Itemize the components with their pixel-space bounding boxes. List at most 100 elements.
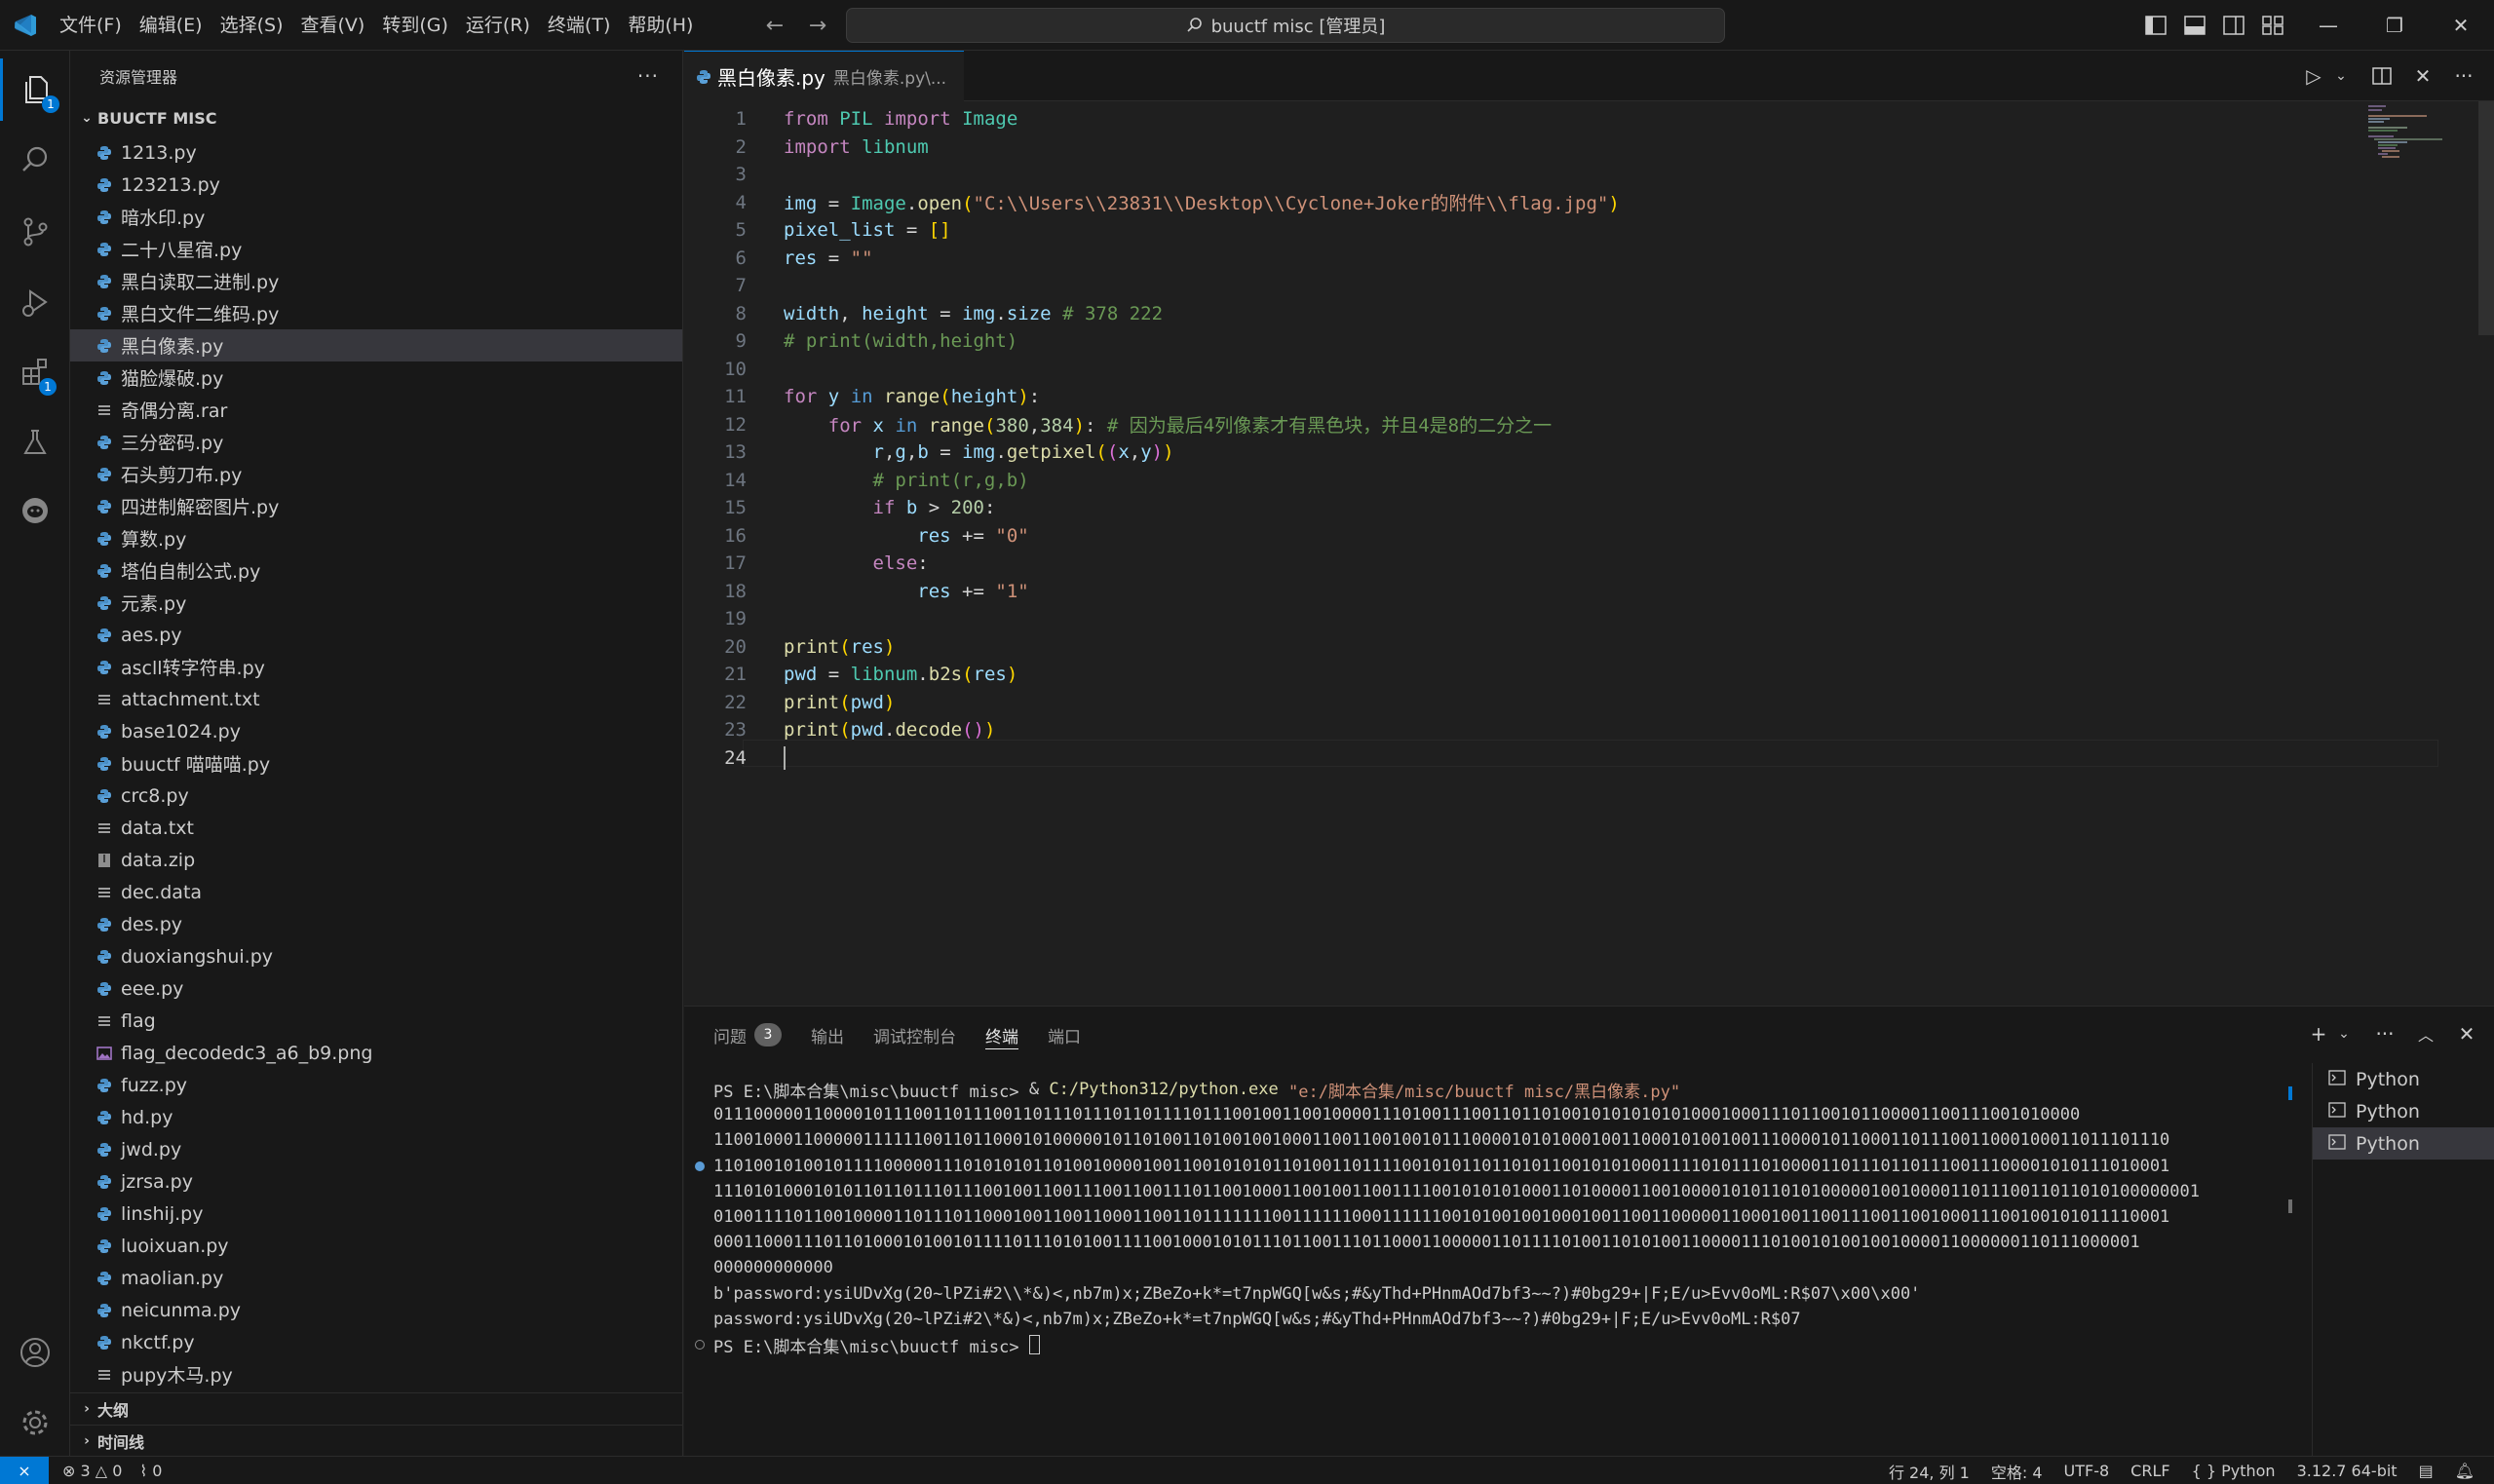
tab-ports[interactable]: 端口 — [1048, 1007, 1081, 1063]
language-mode[interactable]: { } Python — [2192, 1462, 2276, 1480]
encoding[interactable]: UTF-8 — [2064, 1462, 2110, 1480]
code-editor[interactable]: 1 from PIL import Image 2 import libnum 3 4 im… — [684, 101, 2494, 1006]
end-of-line[interactable]: CRLF — [2130, 1462, 2169, 1480]
file-item[interactable]: 四进制解密图片.py — [70, 490, 682, 522]
run-python-file-icon[interactable]: ▷ — [2301, 62, 2326, 90]
explorer-activity[interactable]: 1 — [0, 58, 70, 121]
back-arrow-icon[interactable]: ← — [760, 10, 789, 41]
menu-item[interactable]: 运行(R) — [457, 8, 539, 43]
tab-debug-console[interactable]: 调试控制台 — [873, 1007, 956, 1063]
tab-terminal[interactable]: 终端 — [985, 1007, 1018, 1063]
python-interpreter[interactable]: 3.12.7 64-bit — [2297, 1462, 2398, 1480]
terminal-instance[interactable]: Python — [2313, 1063, 2494, 1095]
file-item[interactable]: 元素.py — [70, 587, 682, 619]
file-item[interactable]: des.py — [70, 908, 682, 940]
tab-active-file[interactable]: 黑白像素.py 黑白像素.py\... — [684, 51, 965, 101]
file-item[interactable]: nkctf.py — [70, 1326, 682, 1358]
feedback-icon[interactable]: ▤ — [2419, 1462, 2434, 1480]
file-item[interactable]: 奇偶分离.rar — [70, 394, 682, 426]
file-item[interactable]: 123213.py — [70, 169, 682, 201]
file-item[interactable]: linshij.py — [70, 1198, 682, 1230]
menu-item[interactable]: 文件(F) — [51, 8, 131, 43]
file-item[interactable]: duoxiangshui.py — [70, 940, 682, 972]
file-item[interactable]: crc8.py — [70, 780, 682, 812]
file-item[interactable]: data.zip — [70, 844, 682, 876]
maximize-panel-icon[interactable]: ︿ — [2414, 1020, 2437, 1047]
restore-icon[interactable]: ❐ — [2361, 0, 2428, 51]
file-item[interactable]: attachment.txt — [70, 683, 682, 715]
ports-status[interactable]: ⌇ 0 — [139, 1462, 162, 1480]
cursor-position[interactable]: 行 24, 列 1 — [1889, 1460, 1970, 1483]
file-item[interactable]: flag — [70, 1005, 682, 1037]
workspace-folder-header[interactable]: ⌄ BUUCTF MISC — [70, 101, 682, 134]
file-item[interactable]: hd.py — [70, 1101, 682, 1133]
terminal-scrollbar[interactable] — [2288, 1077, 2298, 1447]
outline-section[interactable]: › 大纲 — [70, 1392, 682, 1425]
file-item[interactable]: aes.py — [70, 619, 682, 651]
run-debug-activity[interactable] — [0, 271, 70, 333]
toggle-panel-icon[interactable] — [2181, 12, 2208, 39]
file-item[interactable]: base1024.py — [70, 715, 682, 747]
tab-problems[interactable]: 问题 3 — [713, 1007, 782, 1063]
editor-more-icon[interactable]: ··· — [2451, 62, 2476, 90]
file-item[interactable]: dec.data — [70, 876, 682, 908]
indentation[interactable]: 空格: 4 — [1991, 1460, 2043, 1483]
file-item[interactable]: fuzz.py — [70, 1069, 682, 1101]
run-dropdown-icon[interactable]: ⌄ — [2328, 62, 2354, 90]
minimap[interactable] — [2360, 101, 2468, 998]
file-item[interactable]: ascll转字符串.py — [70, 651, 682, 683]
close-window-icon[interactable]: ✕ — [2428, 0, 2494, 51]
menu-item[interactable]: 查看(V) — [292, 8, 374, 43]
toggle-secondary-sidebar-icon[interactable] — [2220, 12, 2247, 39]
close-editor-icon[interactable]: ✕ — [2410, 62, 2436, 90]
tab-output[interactable]: 输出 — [811, 1007, 844, 1063]
command-success-dot-icon[interactable] — [695, 1161, 705, 1171]
command-center-search[interactable]: buuctf misc [管理员] — [846, 8, 1725, 43]
menu-item[interactable]: 帮助(H) — [619, 8, 702, 43]
menu-item[interactable]: 编辑(E) — [131, 8, 211, 43]
testing-activity[interactable] — [0, 411, 70, 474]
file-item[interactable]: 算数.py — [70, 522, 682, 554]
toggle-primary-sidebar-icon[interactable] — [2142, 12, 2169, 39]
file-item[interactable]: buuctf 喵喵喵.py — [70, 747, 682, 780]
problems-status[interactable]: ⊗ 3 △ 0 — [62, 1462, 122, 1480]
file-item[interactable]: eee.py — [70, 972, 682, 1005]
new-terminal-icon[interactable]: + — [2307, 1020, 2330, 1047]
manage-activity[interactable] — [0, 1391, 70, 1454]
file-item[interactable]: 1213.py — [70, 136, 682, 169]
accounts-activity[interactable] — [0, 1321, 70, 1384]
terminal-scroll-thumb[interactable] — [2288, 1199, 2292, 1213]
file-item[interactable]: 黑白文件二维码.py — [70, 297, 682, 329]
remote-indicator-icon[interactable]: ⨯ — [0, 1456, 49, 1484]
menu-item[interactable]: 终端(T) — [539, 8, 619, 43]
source-control-activity[interactable] — [0, 201, 70, 263]
file-item[interactable]: 三分密码.py — [70, 426, 682, 458]
file-item[interactable]: flag_decodedc3_a6_b9.png — [70, 1037, 682, 1069]
forward-arrow-icon[interactable]: → — [803, 10, 832, 41]
editor-scrollbar[interactable] — [2478, 101, 2494, 1006]
minimize-icon[interactable]: — — [2295, 0, 2361, 51]
file-item[interactable]: 黑白像素.py — [70, 329, 682, 361]
file-item[interactable]: 二十八星宿.py — [70, 233, 682, 265]
menu-item[interactable]: 选择(S) — [211, 8, 292, 43]
command-pending-dot-icon[interactable] — [695, 1340, 705, 1350]
split-editor-icon[interactable] — [2369, 62, 2395, 90]
more-actions-icon[interactable]: ··· — [637, 64, 659, 88]
file-item[interactable]: 猫脸爆破.py — [70, 361, 682, 394]
terminal-dropdown-icon[interactable]: ⌄ — [2332, 1020, 2356, 1047]
file-item[interactable]: data.txt — [70, 812, 682, 844]
extensions-activity[interactable]: 1 — [0, 341, 70, 403]
file-item[interactable]: 暗水印.py — [70, 201, 682, 233]
panel-more-icon[interactable]: ··· — [2373, 1020, 2397, 1047]
remote-explorer-activity[interactable] — [0, 479, 70, 542]
search-activity[interactable] — [0, 129, 70, 191]
file-item[interactable]: pupy木马.py — [70, 1358, 682, 1390]
file-item[interactable]: maolian.py — [70, 1262, 682, 1294]
file-item[interactable]: jzrsa.py — [70, 1165, 682, 1198]
terminal-instance[interactable]: Python — [2313, 1095, 2494, 1127]
terminal-output[interactable]: PS E:\脚本合集\misc\buuctf misc> & C:/Python… — [695, 1077, 2292, 1447]
terminal-instance[interactable]: Python — [2313, 1127, 2494, 1160]
file-item[interactable]: jwd.py — [70, 1133, 682, 1165]
timeline-section[interactable]: › 时间线 — [70, 1425, 682, 1457]
file-item[interactable]: luoixuan.py — [70, 1230, 682, 1262]
